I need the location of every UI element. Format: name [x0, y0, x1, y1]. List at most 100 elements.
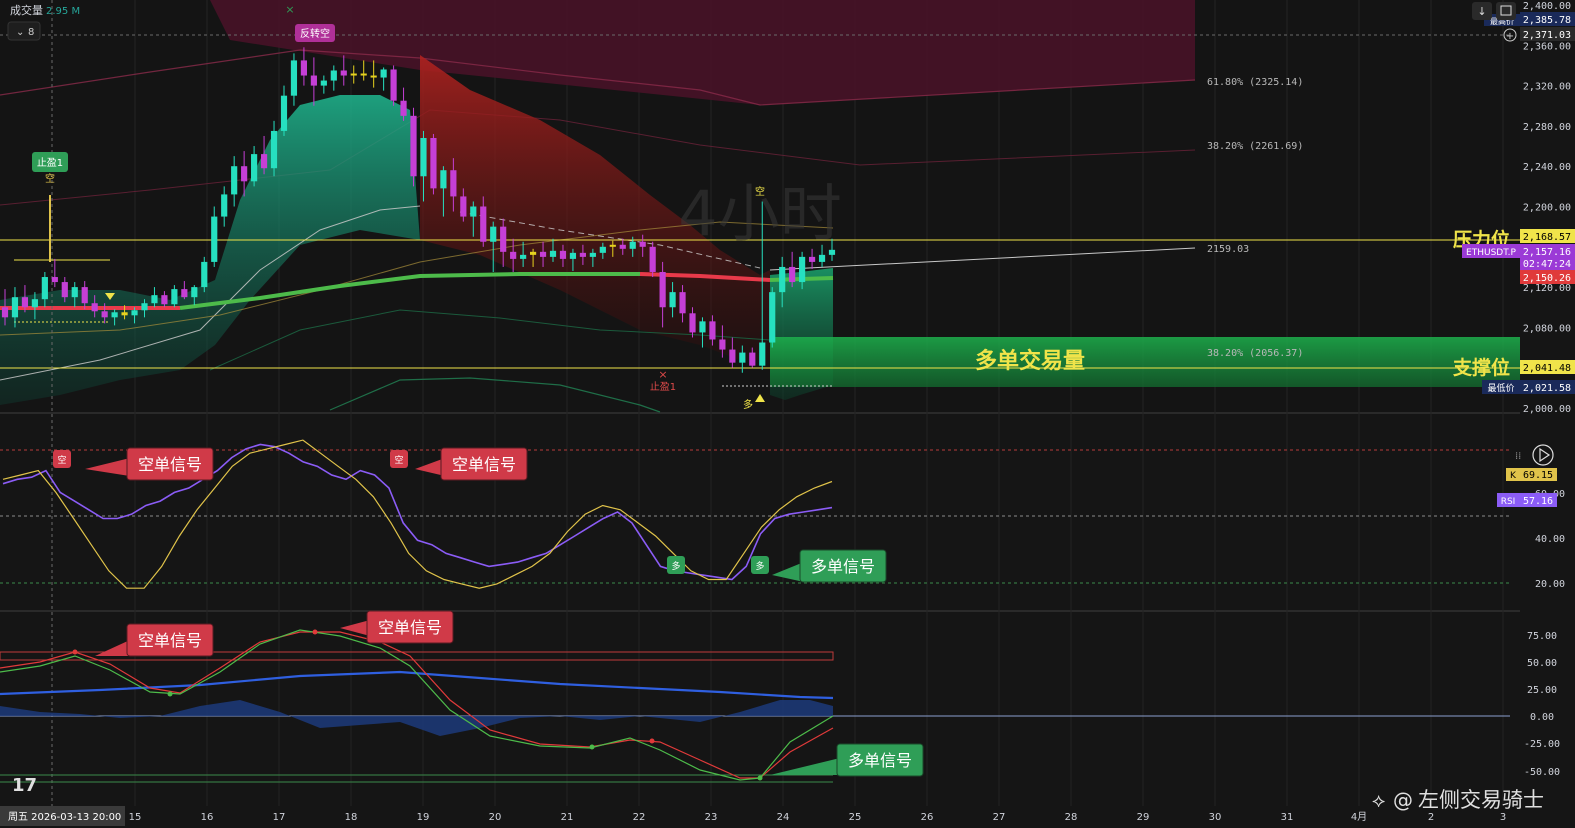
candle-body [739, 352, 746, 363]
rsi-tick-20: 20.00 [1535, 579, 1565, 590]
candle-body [221, 194, 228, 217]
candle-body [460, 196, 467, 217]
candle-body [11, 297, 19, 318]
candle-body [629, 241, 636, 249]
candle-body [131, 310, 138, 316]
candle-body [799, 256, 806, 283]
candle-body [440, 170, 447, 189]
svg-text:左侧交易骑士: 左侧交易骑士 [1418, 788, 1544, 812]
time-tick: 16 [201, 812, 214, 823]
candle-body [679, 292, 686, 314]
candle-body [340, 70, 347, 76]
time-tick: 19 [417, 812, 430, 823]
svg-text:止盈1: 止盈1 [37, 157, 63, 169]
price-tick: 2,360.00 [1523, 41, 1571, 52]
svg-text:2,371.03: 2,371.03 [1523, 30, 1571, 41]
candle-body [141, 303, 148, 311]
candle-body [769, 292, 776, 343]
tradingview-logo-icon: 17 [12, 775, 37, 796]
rsi-value-label: RSI 57.16 [1497, 493, 1557, 507]
osc-dot-4 [589, 744, 595, 750]
candle-body [639, 241, 646, 247]
support-volume-zone [770, 337, 1520, 387]
candle-body [61, 282, 68, 298]
candle-body [828, 249, 836, 255]
osc-dot-6 [757, 775, 763, 781]
price-tick: 2,240.00 [1523, 162, 1571, 173]
red-level-label: 2,150.26 [1520, 270, 1575, 284]
candle-body [370, 75, 377, 78]
price-tick: 2,280.00 [1523, 122, 1571, 133]
lowest-price-label: 最低价 2,021.58 [1482, 380, 1575, 394]
svg-text:×: × [285, 3, 294, 16]
candle-body [211, 216, 218, 262]
svg-text:多: 多 [743, 398, 753, 411]
osc-dot-5 [649, 738, 655, 744]
rsi-short-marker-1[interactable]: 空 [53, 450, 71, 468]
chart-canvas[interactable]: 多单交易量 4小时 61.80% (2325.14) 38.20% (2261.… [0, 0, 1575, 828]
time-tick: 31 [1281, 812, 1294, 823]
short-marker-top: 空 [755, 185, 765, 198]
time-tick: 29 [1137, 812, 1150, 823]
osc-tick-m50: -50.00 [1524, 767, 1560, 778]
candle-body [719, 339, 726, 350]
download-icon[interactable]: ↓ [1472, 2, 1492, 20]
svg-text:空单信号: 空单信号 [138, 455, 202, 474]
candle-body [260, 154, 268, 169]
candle-body [729, 349, 736, 363]
candle-body [789, 266, 796, 283]
support-label: 支撑位 [1452, 356, 1510, 379]
author-watermark: ⟡ @ 左侧交易骑士 [1372, 788, 1544, 812]
rsi-long-marker-2[interactable]: 多 [751, 556, 769, 574]
candle-body [91, 303, 98, 312]
plus-circle-icon[interactable]: + [1503, 28, 1517, 42]
candle-body [270, 130, 278, 169]
candle-body [191, 287, 198, 298]
candle-body [280, 95, 288, 131]
candle-body [779, 266, 786, 293]
time-tick: 18 [345, 812, 358, 823]
candle-body [121, 312, 128, 316]
osc-dot-2 [312, 629, 318, 635]
candle-body [569, 252, 577, 259]
svg-text:2,041.48: 2,041.48 [1523, 363, 1571, 374]
svg-text:2,385.78: 2,385.78 [1523, 15, 1571, 26]
candle-body [549, 250, 557, 257]
candle-body [390, 69, 397, 101]
fullscreen-icon[interactable] [1496, 2, 1516, 20]
collapse-toggle[interactable]: ⌄ 8 [7, 21, 41, 41]
osc-tick-75: 75.00 [1527, 631, 1557, 642]
candle-body [360, 73, 367, 76]
rsi-long-marker-1[interactable]: 多 [667, 556, 685, 574]
candle-body [310, 75, 317, 86]
time-tick: 26 [921, 812, 934, 823]
candle-body [669, 292, 676, 308]
candle-body [400, 100, 407, 116]
svg-text:ETHUSDT.P: ETHUSDT.P [1466, 248, 1516, 258]
candle-body [649, 246, 656, 272]
candle-body [181, 289, 188, 298]
svg-text:×: × [658, 368, 667, 381]
candle-body [171, 289, 178, 305]
share-icon: ⟡ [1372, 788, 1385, 812]
time-tick: 23 [705, 812, 718, 823]
svg-text:2,150.26: 2,150.26 [1523, 273, 1571, 284]
candle-body [380, 69, 387, 78]
candle-body [749, 352, 756, 366]
candle-body [699, 321, 706, 333]
resistance-price-label: 2,168.57 [1520, 229, 1575, 243]
svg-text:空单信号: 空单信号 [452, 455, 516, 474]
time-tick: 20 [489, 812, 502, 823]
fib-382-high: 38.20% (2261.69) [1207, 141, 1303, 152]
time-tick: 27 [993, 812, 1006, 823]
candle-body [529, 251, 537, 255]
svg-text:@: @ [1393, 788, 1413, 812]
time-tick: 28 [1065, 812, 1078, 823]
svg-text:⁞⁞: ⁞⁞ [1515, 451, 1521, 462]
rsi-short-marker-2[interactable]: 空 [390, 450, 408, 468]
svg-text:空: 空 [755, 185, 765, 198]
volume-label: 成交量 [10, 3, 43, 17]
candle-body [510, 251, 517, 259]
candle-body [759, 342, 766, 366]
svg-text:止盈1: 止盈1 [650, 381, 676, 393]
